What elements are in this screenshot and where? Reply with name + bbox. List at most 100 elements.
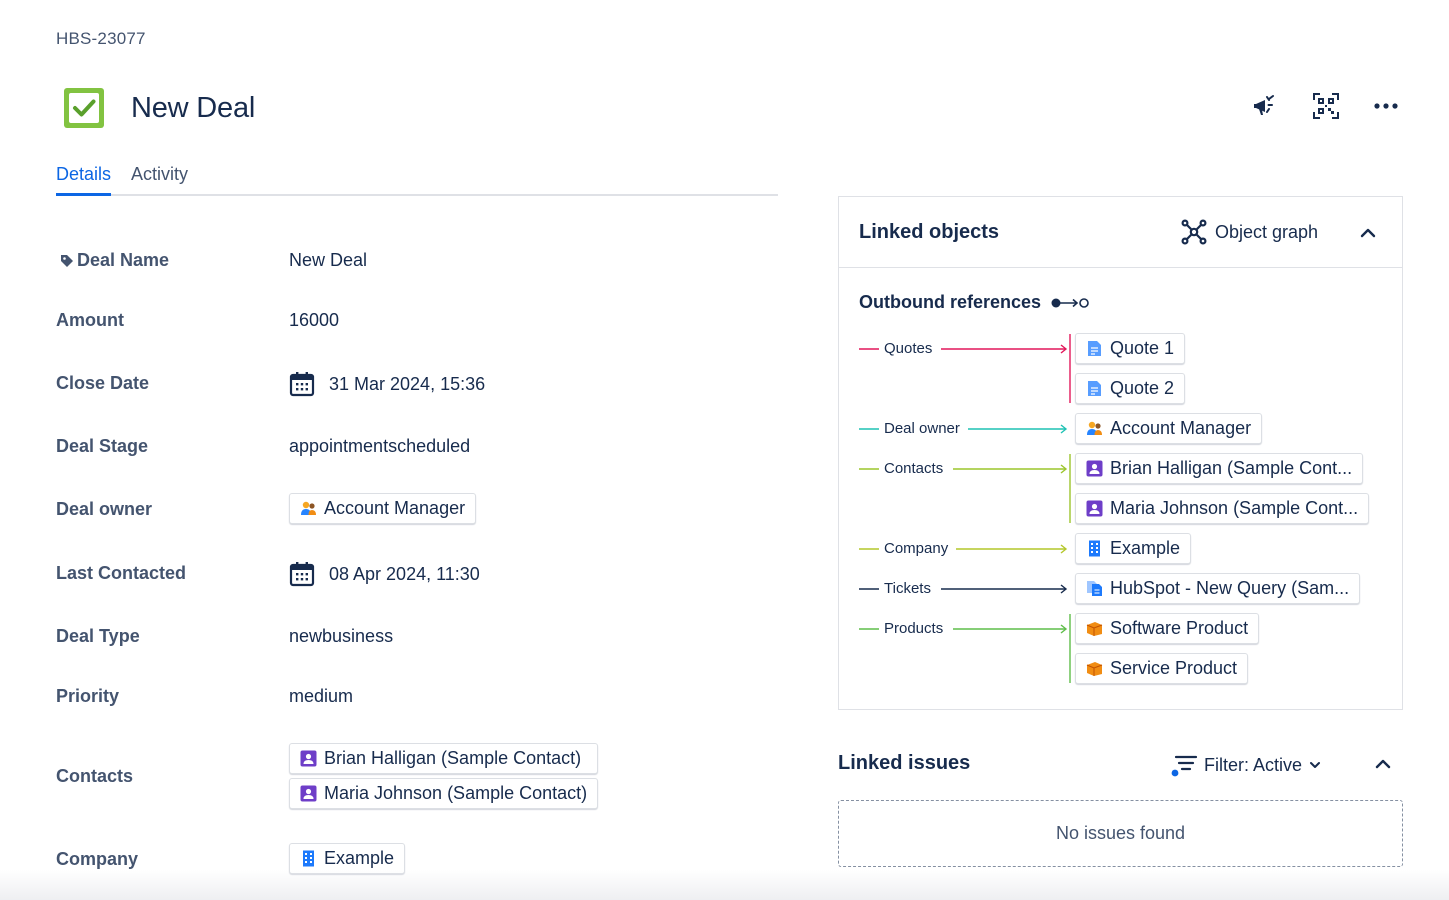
owner-name: Account Manager xyxy=(1110,418,1252,438)
more-actions-button[interactable] xyxy=(1369,88,1403,124)
field-label-company: Company xyxy=(56,849,139,869)
contact-chip[interactable]: Brian Halligan (Sample Cont... xyxy=(1075,453,1364,484)
building-icon xyxy=(300,850,317,867)
field-value-deal-name[interactable]: New Deal xyxy=(289,250,367,271)
close-date-text: 31 Mar 2024, 15:36 xyxy=(329,373,486,394)
field-value-deal-stage[interactable]: appointmentscheduled xyxy=(289,436,470,457)
ref-chip-company: Example xyxy=(1075,533,1192,564)
tab-details[interactable]: Details xyxy=(56,160,112,196)
ref-chip-quote-2: Quote 2 xyxy=(1075,373,1186,404)
checkbox-type-icon xyxy=(64,88,104,128)
ref-label-products: Products xyxy=(884,620,944,637)
filter-dropdown[interactable]: Filter: Active xyxy=(1170,752,1322,778)
company-chip[interactable]: Example xyxy=(1075,533,1192,564)
qr-code-button[interactable] xyxy=(1309,88,1343,124)
owner-chip[interactable]: Account Manager xyxy=(1075,413,1263,444)
ref-label-tickets: Tickets xyxy=(884,580,931,597)
quote-name: Quote 1 xyxy=(1110,338,1175,358)
contact-name: Maria Johnson (Sample Cont... xyxy=(1110,498,1359,518)
field-value-contacts: Brian Halligan (Sample Contact) Maria Jo… xyxy=(289,743,599,809)
quote-doc-icon xyxy=(1086,380,1103,397)
field-value-last-contacted[interactable]: 08 Apr 2024, 11:30 xyxy=(289,561,480,587)
people-icon xyxy=(1086,420,1103,437)
company-name: Example xyxy=(324,848,395,868)
contact-icon xyxy=(1086,460,1103,477)
ref-chip-contact-2: Maria Johnson (Sample Cont... xyxy=(1075,493,1370,524)
filter-icon xyxy=(1171,755,1198,777)
field-value-close-date[interactable]: 31 Mar 2024, 15:36 xyxy=(289,371,485,397)
deal-owner-text: Account Manager xyxy=(324,498,466,518)
qr-code-icon xyxy=(1313,93,1339,119)
field-label-close-date: Close Date xyxy=(56,373,150,393)
building-icon xyxy=(1086,540,1103,557)
box-icon xyxy=(1086,660,1103,677)
quote-chip[interactable]: Quote 2 xyxy=(1075,373,1186,404)
calendar-icon xyxy=(289,562,315,587)
deal-name-label-text: Deal Name xyxy=(77,250,170,270)
field-value-deal-owner: Account Manager xyxy=(289,493,477,524)
issue-key[interactable]: HBS-23077 xyxy=(56,29,146,49)
page-title[interactable]: New Deal xyxy=(131,92,255,125)
quote-name: Quote 2 xyxy=(1110,378,1175,398)
tag-icon xyxy=(61,254,73,267)
field-label-priority: Priority xyxy=(56,686,120,706)
ref-label-contacts: Contacts xyxy=(884,460,944,477)
contact-icon xyxy=(300,785,317,802)
tab-activity[interactable]: Activity xyxy=(131,160,188,194)
bottom-fade xyxy=(0,870,1449,900)
ticket-name: HubSpot - New Query (Sam... xyxy=(1110,578,1350,598)
deal-owner-chip[interactable]: Account Manager xyxy=(289,493,477,524)
field-value-priority[interactable]: medium xyxy=(289,686,353,707)
last-contacted-text: 08 Apr 2024, 11:30 xyxy=(329,563,480,584)
ticket-doc-icon xyxy=(1086,580,1103,597)
contact-chip[interactable]: Brian Halligan (Sample Contact) xyxy=(289,743,599,774)
announcement-button[interactable] xyxy=(1249,88,1283,124)
no-issues-placeholder: No issues found xyxy=(838,800,1403,867)
linked-issues-title: Linked issues xyxy=(838,752,971,774)
title-row: New Deal xyxy=(56,80,255,136)
product-name: Service Product xyxy=(1110,658,1238,678)
field-label-deal-name: Deal Name xyxy=(60,250,169,271)
contact-icon xyxy=(1086,500,1103,517)
ref-chip-quote-1: Quote 1 xyxy=(1075,333,1186,364)
tab-bar: Details Activity xyxy=(56,160,778,196)
chevron-down-icon xyxy=(1310,762,1321,768)
field-label-contacts: Contacts xyxy=(56,766,134,786)
contact-name: Brian Halligan (Sample Contact) xyxy=(324,748,582,768)
contact-name: Maria Johnson (Sample Contact) xyxy=(324,783,588,803)
contact-chip[interactable]: Maria Johnson (Sample Cont... xyxy=(1075,493,1370,524)
field-value-amount[interactable]: 16000 xyxy=(289,310,339,331)
contact-chip[interactable]: Maria Johnson (Sample Contact) xyxy=(289,778,599,809)
ref-chip-account-manager: Account Manager xyxy=(1075,413,1263,444)
field-value-deal-type[interactable]: newbusiness xyxy=(289,626,393,647)
top-actions xyxy=(1249,88,1403,124)
linked-objects-panel: Linked objects Object graph Outbound ref… xyxy=(838,196,1403,710)
ref-label-quotes: Quotes xyxy=(884,340,933,357)
company-name: Example xyxy=(1110,538,1181,558)
ref-chip-product-2: Service Product xyxy=(1075,653,1249,684)
people-icon xyxy=(300,500,317,517)
product-chip[interactable]: Service Product xyxy=(1075,653,1249,684)
box-icon xyxy=(1086,620,1103,637)
collapse-linked-issues-button[interactable] xyxy=(1371,752,1395,776)
field-label-deal-stage: Deal Stage xyxy=(56,436,149,456)
field-label-last-contacted: Last Contacted xyxy=(56,563,187,583)
more-icon xyxy=(1374,103,1398,109)
field-label-deal-type: Deal Type xyxy=(56,626,140,646)
field-label-deal-owner: Deal owner xyxy=(56,499,153,519)
ticket-chip[interactable]: HubSpot - New Query (Sam... xyxy=(1075,573,1361,604)
chevron-up-icon xyxy=(1375,759,1391,769)
field-label-amount: Amount xyxy=(56,310,124,330)
ref-chip-contact-1: Brian Halligan (Sample Cont... xyxy=(1075,453,1364,484)
ref-label-company: Company xyxy=(884,540,949,557)
calendar-icon xyxy=(289,372,315,397)
ref-chip-product-1: Software Product xyxy=(1075,613,1260,644)
quote-chip[interactable]: Quote 1 xyxy=(1075,333,1186,364)
filter-label: Filter: Active xyxy=(1204,754,1303,775)
ref-label-deal-owner: Deal owner xyxy=(884,420,960,437)
product-name: Software Product xyxy=(1110,618,1249,638)
megaphone-icon xyxy=(1254,95,1274,115)
contact-name: Brian Halligan (Sample Cont... xyxy=(1110,458,1353,478)
ref-chip-ticket: HubSpot - New Query (Sam... xyxy=(1075,573,1361,604)
product-chip[interactable]: Software Product xyxy=(1075,613,1260,644)
